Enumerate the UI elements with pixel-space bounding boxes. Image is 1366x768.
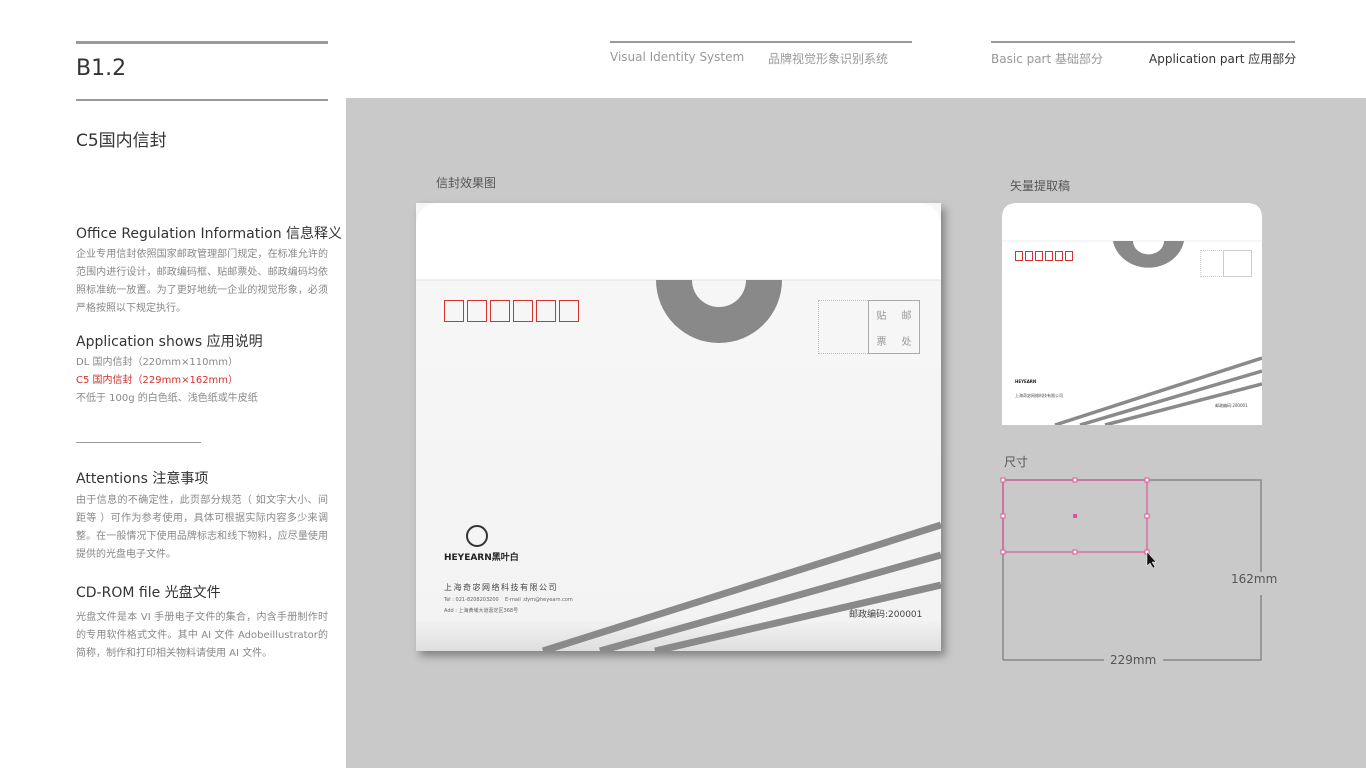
divider <box>76 442 201 443</box>
size-label: 尺寸 <box>1004 455 1029 469</box>
envelope-vector: HEYEARN 上海奇宓网络科技有限公司 邮政编码:200001 <box>1002 203 1262 425</box>
postcode-text: 邮政编码:200001 <box>1215 403 1248 408</box>
brand-logo: HEYEARN <box>1015 379 1037 384</box>
app-title: Application shows 应用说明 <box>76 334 263 350</box>
envelope-mockup: 贴 邮票 处 HEYEARN黑叶白 上海奇宓网络科技有限公司 Tel : 021-8… <box>416 203 941 651</box>
stamp-char: 贴 <box>876 310 887 322</box>
brand-logo-icon <box>466 525 488 547</box>
app-line2: C5 国内信封（229mm×162mm） <box>76 375 239 386</box>
nav-rule <box>991 41 1295 43</box>
effect-label: 信封效果图 <box>436 176 497 190</box>
width-dimension: 229mm <box>1110 653 1157 667</box>
office-body: 企业专用信封依照国家邮政管理部门规定，在标准允许的范围内进行设计，邮政编码框、贴… <box>76 249 328 314</box>
office-title: Office Regulation Information 信息释义 <box>76 226 343 242</box>
nav-basic[interactable]: Basic part 基础部分 <box>991 50 1103 67</box>
stamp-box <box>1223 250 1252 277</box>
height-dimension: 162mm <box>1231 572 1278 586</box>
nav-vis-cn[interactable]: 品牌视觉形象识别系统 <box>768 50 888 67</box>
postcode-text: 邮政编码:200001 <box>849 610 923 620</box>
postcode-boxes <box>1015 251 1073 261</box>
nav-application[interactable]: Application part 应用部分 <box>1149 50 1296 67</box>
attn-title: Attentions 注意事项 <box>76 471 209 487</box>
nav-rule <box>610 41 912 43</box>
nav-vis-en[interactable]: Visual Identity System <box>610 50 744 64</box>
stamp-box: 贴 邮票 处 <box>868 300 920 354</box>
company-tel: Tel : 021-8208203200 E-mail :dym@heyearn… <box>444 597 573 603</box>
app-line1: DL 国内信封（220mm×110mm） <box>76 357 238 368</box>
app-line3: 不低于 100g 的白色纸、浅色纸或牛皮纸 <box>76 393 258 404</box>
stamp-char: 票 <box>876 336 887 348</box>
page-title: C5国内信封 <box>76 131 167 151</box>
vector-label: 矢量提取稿 <box>1010 179 1071 193</box>
stamp-char: 处 <box>901 336 912 348</box>
company-address: Add : 上海黄埔大道嘉定区368号 <box>444 608 519 614</box>
cursor-icon <box>1146 551 1157 569</box>
brand-logo: HEYEARN黑叶白 <box>444 553 519 563</box>
top-rule <box>76 41 328 44</box>
cd-body: 光盘文件是本 VI 手册电子文件的集合，内含手册制作时的专用软件格式文件。其中 … <box>76 612 328 659</box>
company-name: 上海奇宓网络科技有限公司 <box>444 583 558 592</box>
cd-title: CD-ROM file 光盘文件 <box>76 585 221 601</box>
divider <box>76 99 328 101</box>
attn-body: 由于信息的不确定性，此页部分规范（ 如文字大小、间距等 ）可作为参考使用，具体可… <box>76 495 328 560</box>
company-name: 上海奇宓网络科技有限公司 <box>1015 393 1063 398</box>
section-code: B1.2 <box>76 56 127 81</box>
postcode-boxes <box>444 300 579 322</box>
stamp-char: 邮 <box>901 310 912 322</box>
